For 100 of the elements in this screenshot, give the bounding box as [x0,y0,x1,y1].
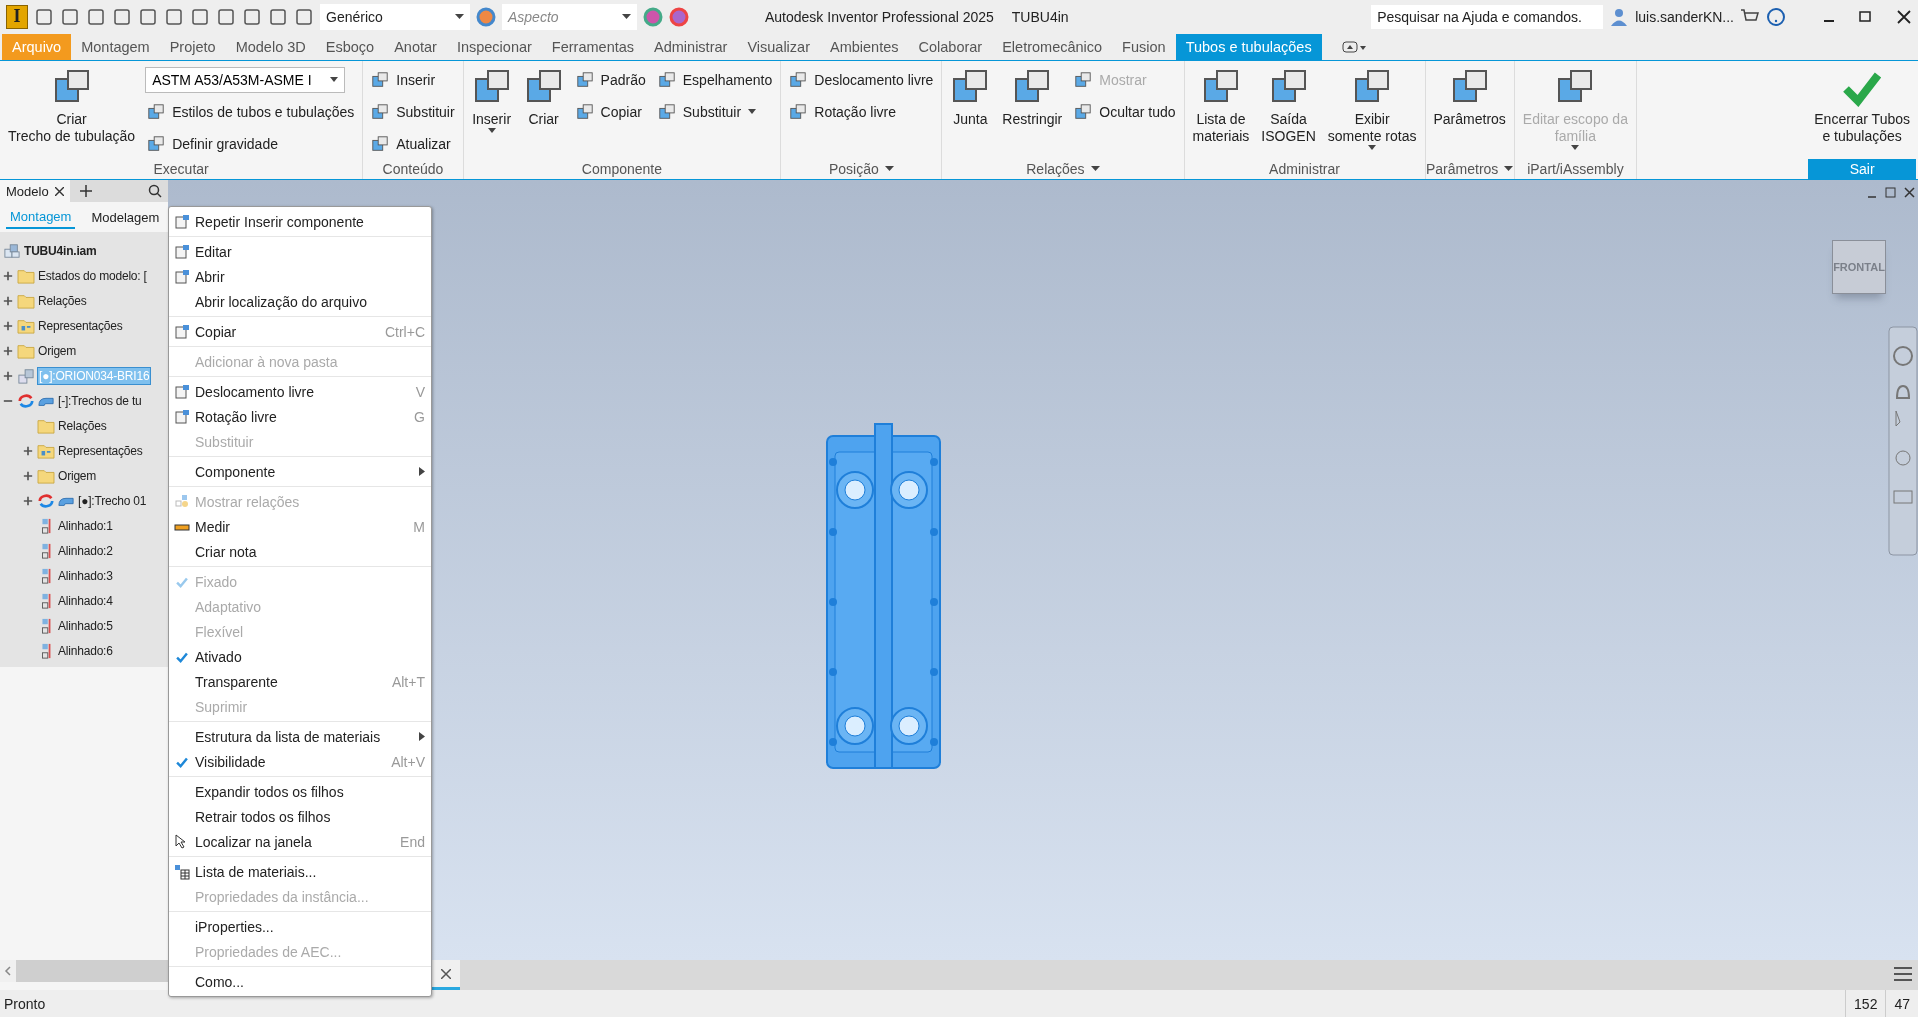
ribbon-button[interactable]: Substituir [655,97,775,127]
tree-item[interactable]: TUBU4in.iam [23,242,98,259]
menu-item[interactable]: Medir M [169,514,431,539]
plate-model-drawing[interactable] [825,422,942,770]
panel-title[interactable]: Posição [781,159,942,179]
user-name[interactable]: luis.sanderKN... [1635,8,1734,25]
scrollbar-thumb[interactable] [16,960,168,982]
ribbon-tab[interactable]: Visualizar [737,34,820,60]
expand-icon[interactable] [3,370,13,381]
menu-item[interactable]: Criar nota [169,539,431,564]
ribbon-button[interactable]: Restringir [1000,65,1065,130]
tree-item[interactable]: Origem [37,342,78,359]
menu-item[interactable]: Expandir todos os filhos [169,779,431,804]
ribbon-button[interactable]: Inserir [469,65,514,136]
menu-item[interactable]: Copiar Ctrl+C [169,319,431,344]
ribbon-tab[interactable]: Colaborar [908,34,993,60]
ribbon-button[interactable]: Exibir somente rotas [1325,65,1419,153]
ribbon-button[interactable]: Estilos de tubos e tubulações [145,97,357,127]
ribbon-tab[interactable]: Montagem [71,34,160,60]
tree-item[interactable]: Relações [57,417,108,434]
browser-mode-tab[interactable]: Modelagem [87,206,164,228]
navigation-bar[interactable] [1888,326,1918,556]
style-dropdown[interactable]: ASTM A53/A53M-ASME I [145,67,346,93]
ribbon-button[interactable]: Espelhamento [655,65,775,95]
material-dropdown[interactable]: Aspecto [502,3,637,30]
panel-title[interactable]: Relações [942,159,1184,179]
ribbon-button[interactable]: Criar [521,65,566,130]
tree-item[interactable]: Alinhado:4 [57,592,114,609]
expand-icon[interactable] [3,270,13,281]
menu-item[interactable]: Lista de materiais... [169,859,431,884]
ribbon-tab[interactable]: Ambientes [820,34,909,60]
menu-item[interactable]: Estrutura da lista de materiais [169,724,431,749]
ribbon-button[interactable]: Substituir [369,97,457,127]
ribbon-button[interactable]: Definir gravidade [145,129,357,159]
search-icon[interactable] [148,184,162,198]
ribbon-button[interactable]: Padrão [573,65,648,95]
menu-item[interactable]: Rotação livre G [169,404,431,429]
ribbon-tab[interactable]: Administrar [644,34,738,60]
app-logo[interactable]: I [6,4,28,29]
expand-icon[interactable] [3,295,13,306]
expand-icon[interactable] [23,495,33,506]
menu-item[interactable]: Localizar na janela End [169,829,431,854]
tree-item[interactable]: Alinhado:5 [57,617,114,634]
menu-item[interactable]: Como... [169,969,431,994]
tree-item[interactable]: Representações [57,442,144,459]
tree-item[interactable]: Alinhado:1 [57,517,114,534]
tree-item[interactable]: Alinhado:3 [57,567,114,584]
ribbon-button[interactable]: Deslocamento livre [787,65,936,95]
tree-item[interactable]: Relações [37,292,88,309]
tree-item[interactable]: Estados do modelo: [ [37,267,148,284]
user-icon[interactable] [1609,6,1630,27]
ribbon-button[interactable]: Saída ISOGEN [1259,65,1318,147]
ribbon-button[interactable]: Criar Trecho de tubulação [6,65,138,147]
menu-item[interactable]: Transparente Alt+T [169,669,431,694]
ribbon-button[interactable]: Copiar [573,97,648,127]
ribbon-tab[interactable]: Anotar [384,34,447,60]
ribbon-tab[interactable]: Ferramentas [541,34,645,60]
tree-item[interactable]: Representações [37,317,124,334]
panel-title[interactable]: Parâmetros [1425,159,1514,179]
menu-item[interactable]: Deslocamento livre V [169,379,431,404]
ribbon-tab[interactable]: Inspecionar [446,34,542,60]
color-wheel-icon[interactable] [643,6,663,27]
expand-icon[interactable] [23,470,33,481]
menu-item[interactable]: Componente [169,459,431,484]
menu-item[interactable]: Abrir localização do arquivo [169,289,431,314]
menu-item[interactable]: Ativado [169,644,431,669]
viewport-controls-icon[interactable] [1866,186,1916,200]
ribbon-tab[interactable]: Modelo 3D [225,34,316,60]
ribbon-button[interactable]: Inserir [369,65,457,95]
ribbon-button[interactable]: Lista de materiais [1190,65,1252,147]
expand-icon[interactable] [3,345,13,356]
expand-icon[interactable] [23,445,33,456]
tree-item[interactable]: Alinhado:2 [57,542,114,559]
help-search-field[interactable]: Pesquisar na Ajuda e comandos. [1371,4,1604,29]
ribbon-button[interactable]: Encerrar Tubos e tubulações [1812,65,1912,147]
color-wheel-icon[interactable] [669,6,689,27]
ribbon-tab[interactable]: Esboço [315,34,385,60]
ribbon-button[interactable]: Rotação livre [787,97,936,127]
ribbon-tab[interactable]: Fusion [1112,34,1176,60]
menu-item[interactable]: iProperties... [169,914,431,939]
menu-item[interactable]: Visibilidade Alt+V [169,749,431,774]
menu-icon[interactable] [1894,967,1912,981]
ribbon-button[interactable]: Ocultar tudo [1072,97,1178,127]
help-icon[interactable] [1766,6,1786,27]
tree-item[interactable]: Origem [57,467,98,484]
appearance-dropdown[interactable]: Genérico [320,3,470,30]
tree-item[interactable]: Alinhado:6 [57,642,114,659]
menu-item[interactable]: Repetir Inserir componente [169,209,431,234]
menu-item[interactable]: Retrair todos os filhos [169,804,431,829]
color-wheel-icon[interactable] [476,6,496,27]
add-icon[interactable] [79,185,92,197]
ribbon-tab[interactable]: Projeto [159,34,226,60]
ribbon-tab[interactable]: Eletromecânico [992,34,1113,60]
close-icon[interactable] [54,186,64,196]
tree-item[interactable]: [-]:Trechos de tu [57,392,143,409]
close-document-button[interactable] [432,960,460,990]
tree-item[interactable]: [●]:Trecho 01 [77,492,148,509]
window-controls-icon[interactable] [1822,9,1912,24]
menu-item[interactable]: Editar [169,239,431,264]
expand-icon[interactable] [3,320,13,331]
